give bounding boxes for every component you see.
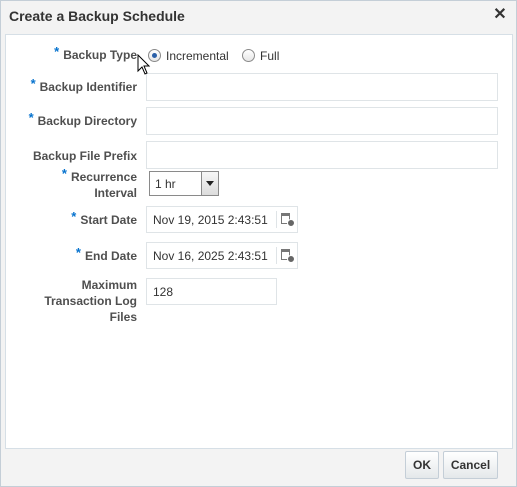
start-date-value: Nov 19, 2015 2:43:51 [153,213,268,227]
cancel-button[interactable]: Cancel [443,451,498,479]
backup-type-radio-group: Incremental Full [148,48,289,66]
backup-type-label: * Backup Type [54,44,137,62]
backup-file-prefix-label: Backup File Prefix [32,149,137,163]
start-date-label: * Start Date [71,209,137,227]
ok-button[interactable]: OK [405,451,439,479]
calendar-icon[interactable] [276,211,295,228]
incremental-radio-label[interactable]: Incremental [166,49,229,63]
backup-directory-label: * Backup Directory [28,110,137,128]
start-date-input[interactable]: Nov 19, 2015 2:43:51 [146,206,298,233]
end-date-input[interactable]: Nov 16, 2025 2:43:51 [146,242,298,269]
close-icon[interactable]: ✕ [492,6,508,24]
backup-identifier-label: * Backup Identifier [30,76,137,94]
calendar-icon[interactable] [276,247,295,264]
dialog-titlebar: Create a Backup Schedule ✕ [1,1,516,31]
backup-identifier-input[interactable] [146,73,498,101]
backup-directory-input[interactable] [146,107,498,135]
recurrence-interval-label: * Recurrence Interval [61,166,137,200]
max-transaction-log-files-input[interactable]: 128 [146,278,277,305]
max-transaction-log-files-label: Maximum Transaction Log Files [44,278,137,324]
end-date-label: * End Date [75,245,137,263]
mouse-pointer-icon [137,54,151,75]
chevron-down-icon[interactable] [201,172,218,195]
full-radio[interactable] [242,49,256,63]
max-transaction-log-files-value: 128 [153,285,174,299]
dialog-title: Create a Backup Schedule [9,8,185,24]
recurrence-interval-value: 1 hr [155,177,176,191]
full-radio-label[interactable]: Full [260,49,279,63]
dialog-content: * Backup Type Incremental Full * Backup Id… [5,34,513,449]
backup-file-prefix-input[interactable] [146,141,498,169]
required-marker: * [54,44,60,59]
backup-schedule-dialog: Create a Backup Schedule ✕ * Backup Type … [0,0,517,487]
recurrence-interval-select[interactable]: 1 hr [149,171,219,196]
end-date-value: Nov 16, 2025 2:43:51 [153,249,268,263]
